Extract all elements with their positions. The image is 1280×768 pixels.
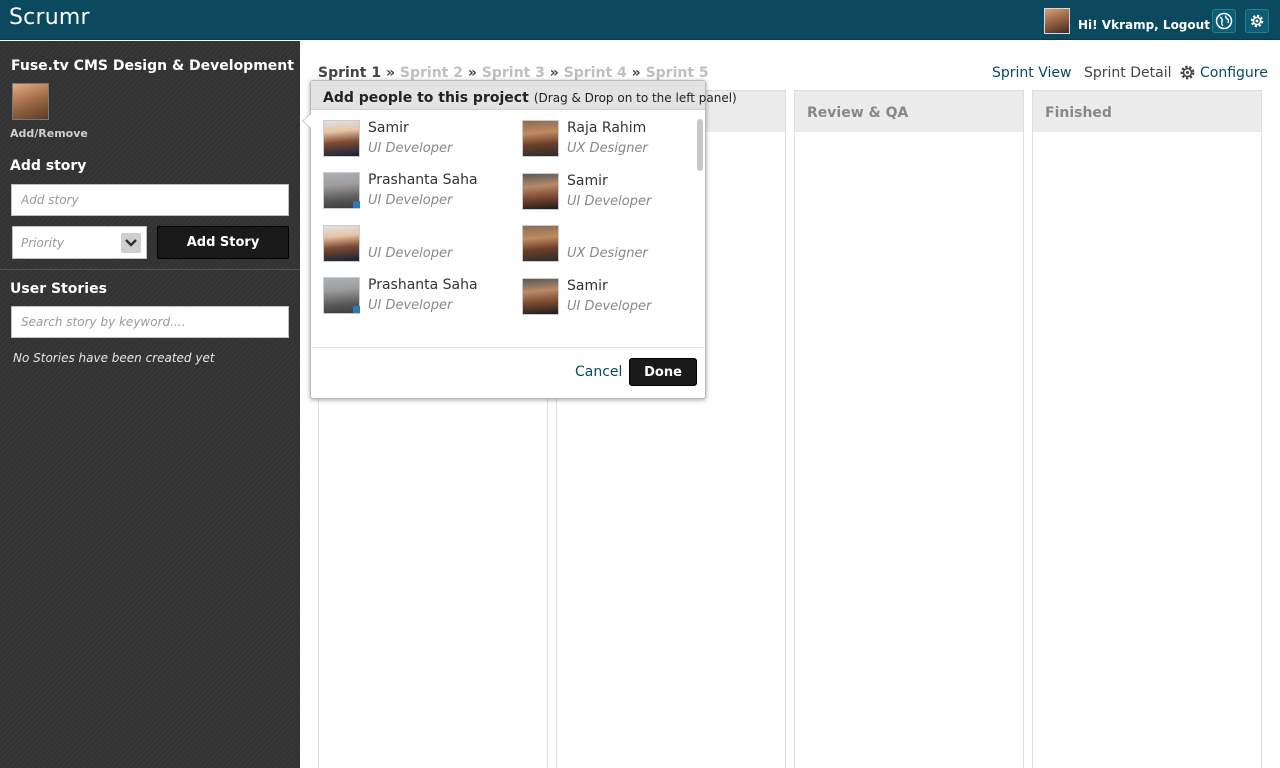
chevron-down-icon[interactable]: [121, 233, 141, 253]
priority-select[interactable]: Priority: [12, 226, 147, 259]
user-greeting-logout[interactable]: Hi! Vkramp, Logout: [1078, 18, 1210, 32]
sprint-link[interactable]: Sprint 2: [400, 65, 463, 81]
linkedin-icon: [353, 201, 360, 208]
person-avatar: [522, 173, 559, 210]
person-avatar: [323, 225, 360, 262]
person-role: UX Designer: [567, 246, 648, 261]
person-name: Samir: [567, 278, 608, 294]
person-card[interactable]: UX Designer: [522, 223, 702, 263]
priority-placeholder: Priority: [21, 236, 64, 250]
person-name: Raja Rahim: [567, 120, 647, 136]
add-people-popup: Add people to this project (Drag & Drop …: [302, 80, 737, 399]
person-card[interactable]: Prashanta Saha UI Developer: [323, 275, 503, 315]
empty-stories-message: No Stories have been created yet: [13, 351, 215, 365]
person-card[interactable]: Prashanta Saha UI Developer: [323, 170, 503, 210]
cancel-link[interactable]: Cancel: [575, 364, 622, 380]
person-role: UX Designer: [567, 141, 648, 156]
gear-icon: [1180, 65, 1195, 80]
sprint-link[interactable]: Sprint 3: [482, 65, 545, 81]
add-story-input[interactable]: [12, 185, 288, 215]
person-card[interactable]: Samir UI Developer: [323, 118, 503, 158]
board-column-review-qa: Review & QA: [794, 90, 1024, 768]
column-header: Finished: [1033, 91, 1261, 132]
person-avatar: [522, 278, 559, 315]
story-search-field: [11, 306, 289, 338]
popup-divider: [313, 347, 703, 348]
people-list: Samir UI Developer Raja Rahim UX Designe…: [323, 118, 691, 318]
person-avatar: [323, 120, 360, 157]
add-story-button[interactable]: Add Story: [157, 226, 289, 259]
person-name: Prashanta Saha: [368, 172, 478, 188]
person-avatar: [522, 120, 559, 157]
breadcrumb-separator: »: [467, 65, 477, 81]
person-name: Prashanta Saha: [368, 277, 478, 293]
sprint-breadcrumb: Sprint 1 » Sprint 2 » Sprint 3 » Sprint …: [318, 65, 709, 81]
sprint-view-link[interactable]: Sprint View: [992, 65, 1071, 81]
breadcrumb-separator: »: [549, 65, 559, 81]
sprint-current[interactable]: Sprint 1: [318, 65, 381, 81]
globe-icon: [1215, 12, 1233, 30]
person-role: UI Developer: [368, 193, 453, 208]
done-button[interactable]: Done: [629, 358, 697, 386]
add-story-field: [11, 184, 289, 216]
configure-label: Configure: [1200, 64, 1268, 81]
add-story-heading: Add story: [10, 158, 87, 174]
person-role: UI Developer: [368, 298, 453, 313]
person-avatar: [522, 225, 559, 262]
story-search-input[interactable]: [12, 307, 288, 337]
linkedin-icon: [353, 306, 360, 313]
sidebar-divider: [0, 269, 300, 270]
top-bar: Scrumr Hi! Vkramp, Logout: [0, 0, 1280, 40]
sidebar: Fuse.tv CMS Design & Development Add/Rem…: [0, 41, 300, 768]
person-name: Samir: [567, 173, 608, 189]
user-avatar[interactable]: [1044, 8, 1070, 34]
gear-icon: [1250, 14, 1264, 28]
app-logo[interactable]: Scrumr: [9, 5, 90, 30]
sprint-link[interactable]: Sprint 4: [564, 65, 627, 81]
person-card[interactable]: UI Developer: [323, 223, 503, 263]
popup-subtitle: (Drag & Drop on to the left panel): [533, 91, 737, 105]
person-role: UI Developer: [368, 141, 453, 156]
person-role: UI Developer: [368, 246, 453, 261]
breadcrumb-separator: »: [385, 65, 396, 81]
project-member-avatar[interactable]: [12, 83, 49, 120]
person-card[interactable]: Samir UI Developer: [522, 171, 702, 211]
user-stories-heading: User Stories: [10, 281, 107, 297]
sprint-link[interactable]: Sprint 5: [646, 65, 709, 81]
popup-title: Add people to this project: [323, 90, 529, 106]
sprint-detail-link[interactable]: Sprint Detail: [1084, 65, 1171, 81]
configure-link[interactable]: Configure: [1179, 64, 1268, 81]
people-scrollbar[interactable]: [697, 119, 703, 171]
project-title: Fuse.tv CMS Design & Development: [11, 58, 294, 74]
globe-button[interactable]: [1212, 9, 1236, 33]
person-card[interactable]: Samir UI Developer: [522, 276, 702, 316]
board-column-finished: Finished: [1032, 90, 1262, 768]
person-card[interactable]: Raja Rahim UX Designer: [522, 118, 702, 158]
breadcrumb-separator: »: [631, 65, 641, 81]
settings-button[interactable]: [1245, 9, 1269, 33]
person-role: UI Developer: [567, 299, 652, 314]
person-name: Samir: [368, 120, 409, 136]
column-header: Review & QA: [795, 91, 1023, 132]
add-remove-link[interactable]: Add/Remove: [10, 127, 88, 140]
popup-header: Add people to this project (Drag & Drop …: [311, 81, 737, 110]
person-role: UI Developer: [567, 194, 652, 209]
popup-pointer: [302, 113, 311, 129]
